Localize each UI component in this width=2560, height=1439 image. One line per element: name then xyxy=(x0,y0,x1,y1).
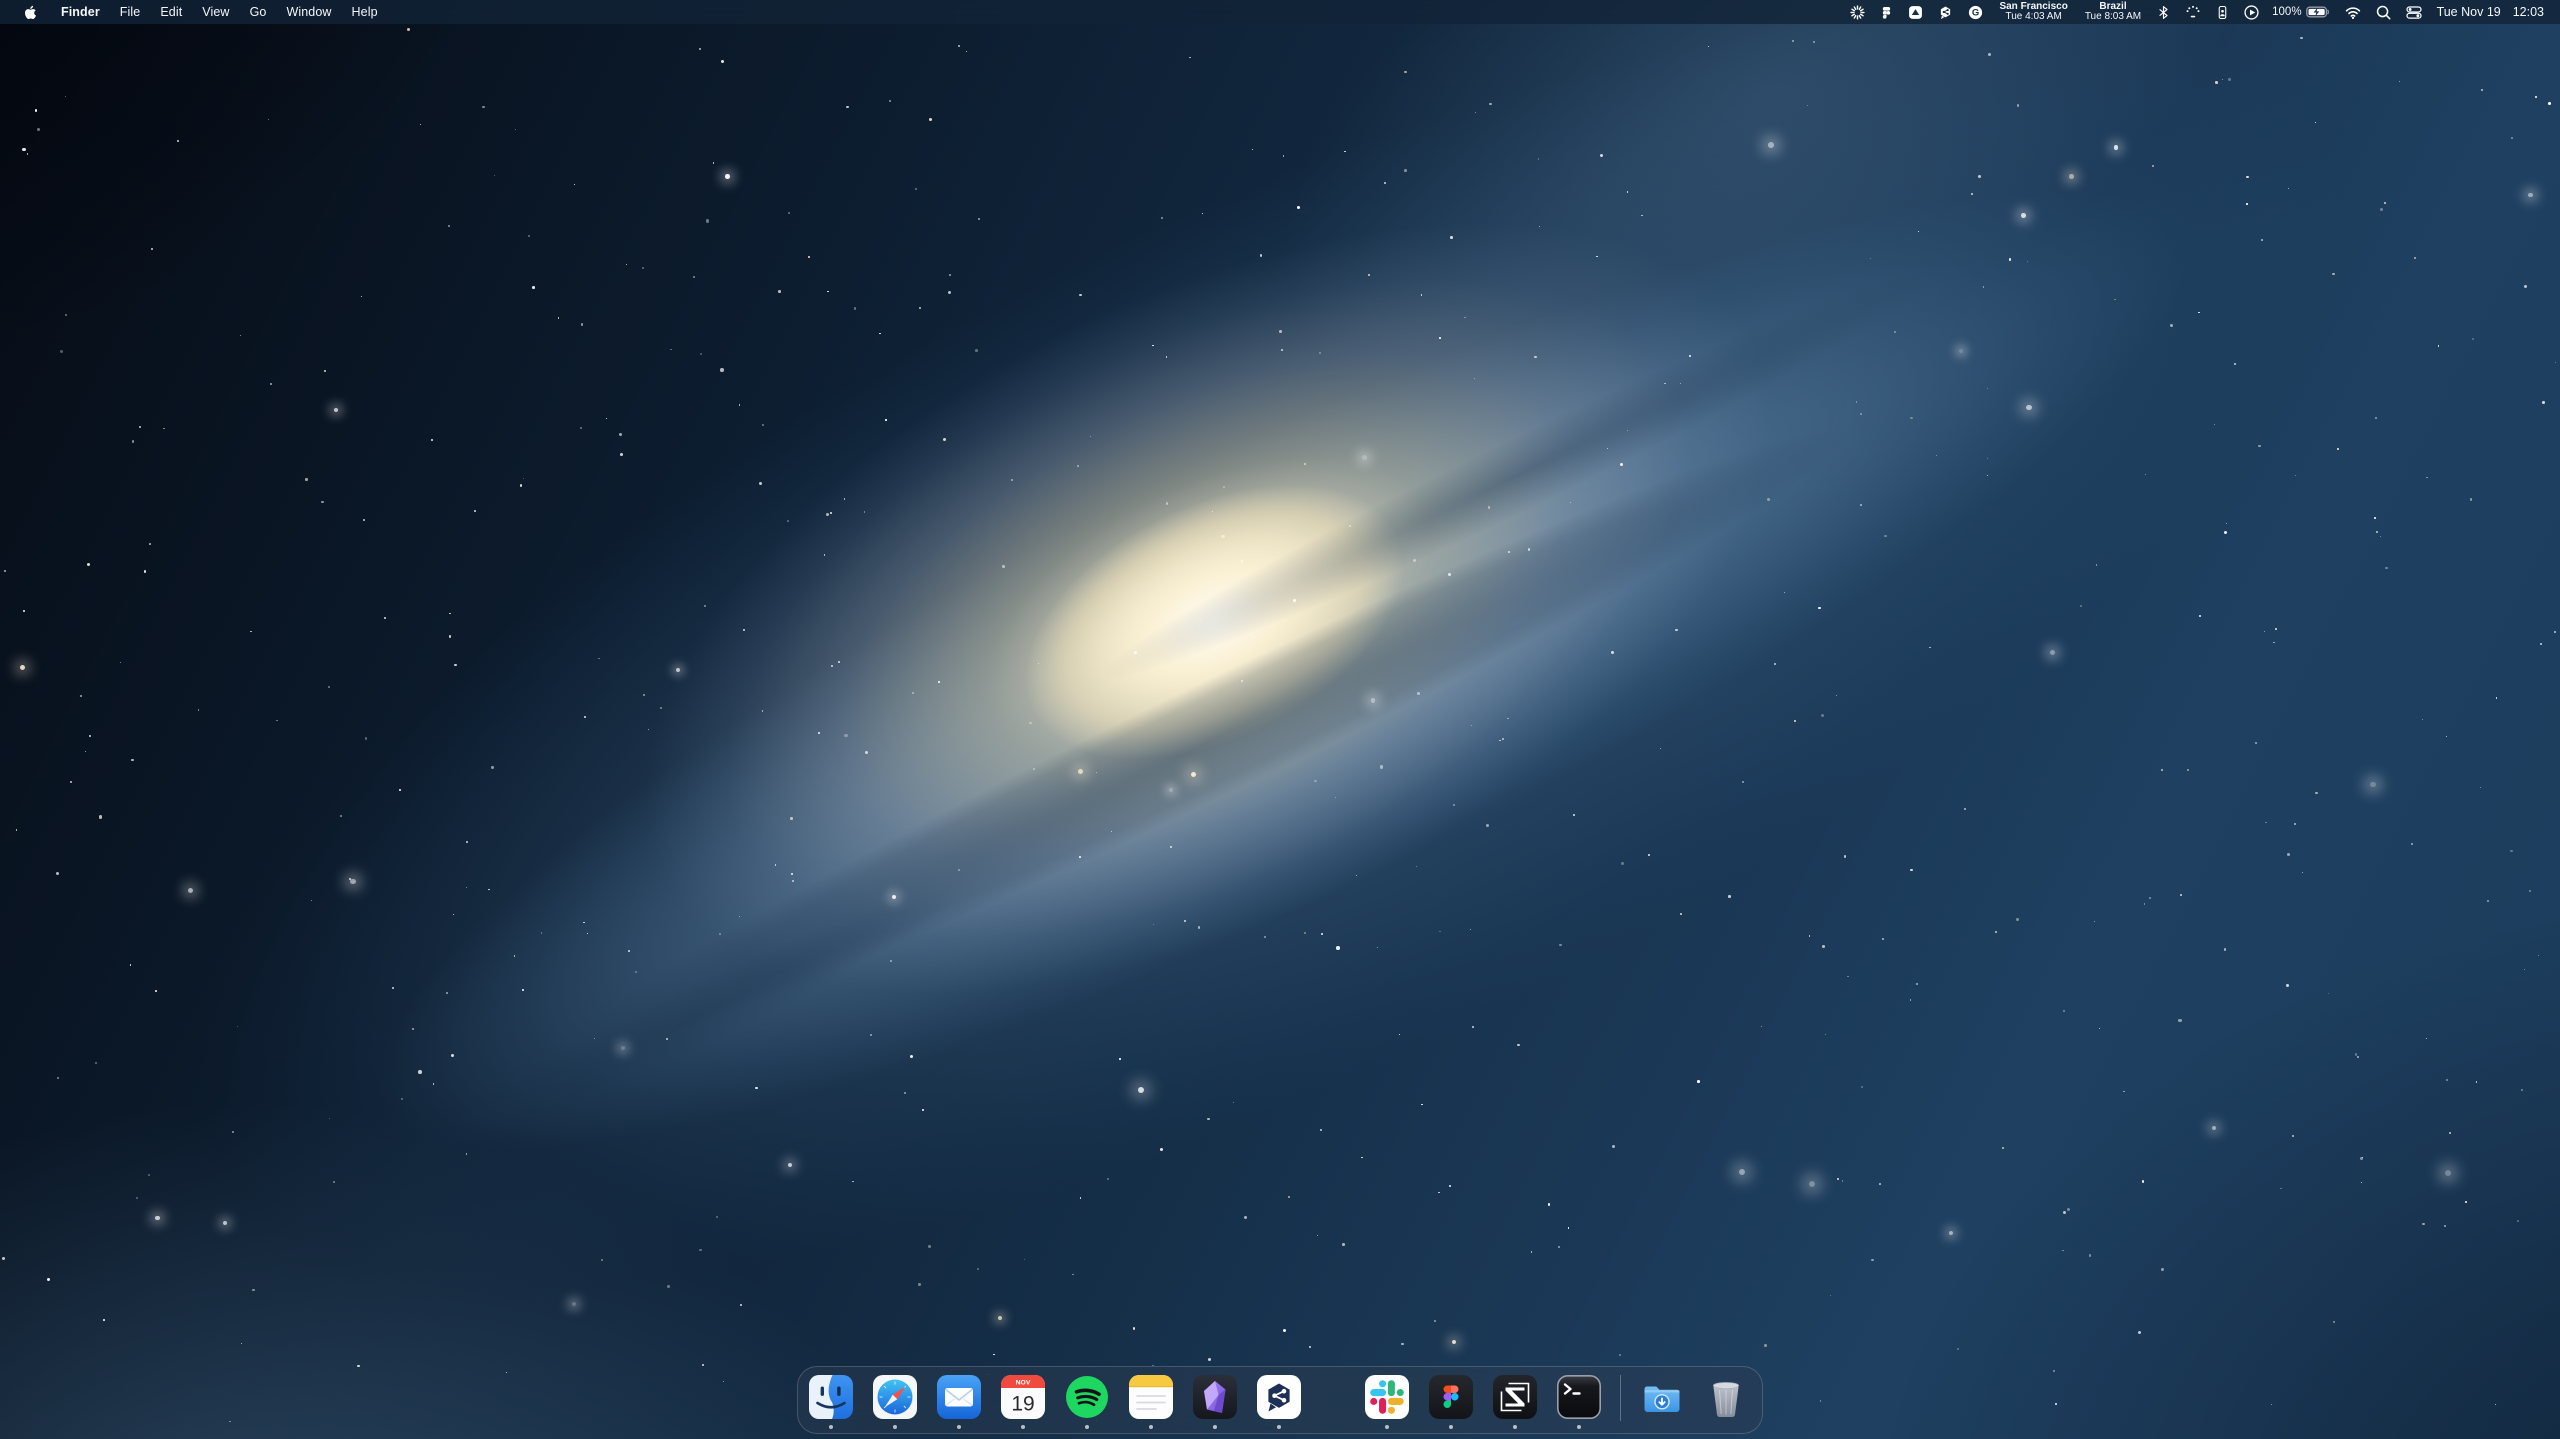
date-label: Tue Nov 19 xyxy=(2437,5,2501,19)
running-indicator xyxy=(957,1425,961,1429)
dock-zed[interactable] xyxy=(1492,1374,1538,1420)
now-playing-icon[interactable] xyxy=(2242,0,2261,24)
menu-finder[interactable]: Finder xyxy=(51,0,110,24)
desktop: Finder File Edit View Go Window Help xyxy=(0,0,2560,1439)
dotted-circle-icon[interactable] xyxy=(2183,0,2203,24)
clock-time-label: Tue 8:03 AM xyxy=(2085,12,2141,23)
wallpaper-galaxy xyxy=(0,0,2560,1439)
bluetooth-icon[interactable] xyxy=(2155,0,2172,24)
dock-divider xyxy=(1620,1375,1621,1421)
dock-slack[interactable] xyxy=(1364,1374,1410,1420)
starfield xyxy=(0,0,2560,1439)
running-indicator xyxy=(1513,1425,1517,1429)
figma-icon xyxy=(1428,1374,1474,1420)
trash-icon xyxy=(1703,1374,1749,1420)
running-indicator xyxy=(1213,1425,1217,1429)
wifi-icon[interactable] xyxy=(2343,0,2363,24)
dock-safari[interactable] xyxy=(872,1374,918,1420)
hexagon-chat-menu-icon[interactable] xyxy=(1936,0,1955,24)
world-clock-brazil[interactable]: Brazil Tue 8:03 AM xyxy=(2082,2,2144,23)
dock-hexagon-chat[interactable] xyxy=(1256,1374,1302,1420)
zed-icon xyxy=(1492,1374,1538,1420)
menu-bar-left: Finder File Edit View Go Window Help xyxy=(0,0,388,24)
menu-bar-clock[interactable]: Tue Nov 19 12:03 xyxy=(2437,5,2544,19)
menu-bar: Finder File Edit View Go Window Help xyxy=(0,0,2560,24)
running-indicator xyxy=(1449,1425,1453,1429)
dock-finder[interactable] xyxy=(808,1374,854,1420)
dock-terminal[interactable] xyxy=(1556,1374,1602,1420)
menu-go[interactable]: Go xyxy=(240,0,277,24)
running-indicator xyxy=(829,1425,833,1429)
control-center-icon[interactable] xyxy=(2404,0,2424,24)
notes-icon xyxy=(1128,1374,1174,1420)
spotlight-search-icon[interactable] xyxy=(2374,0,2393,24)
menu-view[interactable]: View xyxy=(192,0,239,24)
dock-obsidian[interactable] xyxy=(1192,1374,1238,1420)
apple-logo-icon[interactable] xyxy=(18,5,43,20)
time-label: 12:03 xyxy=(2513,5,2544,19)
dock-downloads-folder[interactable] xyxy=(1639,1374,1685,1420)
flower-menu-icon[interactable] xyxy=(1848,0,1867,24)
dock-figma[interactable] xyxy=(1428,1374,1474,1420)
running-indicator xyxy=(1385,1425,1389,1429)
clock-time-label: Tue 4:03 AM xyxy=(2005,12,2061,23)
downloads-folder-icon xyxy=(1639,1374,1685,1420)
dock-notes[interactable] xyxy=(1128,1374,1174,1420)
finder-icon xyxy=(808,1374,854,1420)
menu-edit[interactable]: Edit xyxy=(150,0,192,24)
figma-menu-icon[interactable] xyxy=(1878,0,1895,24)
slack-icon xyxy=(1364,1374,1410,1420)
battery-status[interactable]: 100% xyxy=(2272,3,2331,21)
triangle-square-menu-icon[interactable] xyxy=(1906,0,1925,24)
world-clock-san-francisco[interactable]: San Francisco Tue 4:03 AM xyxy=(1996,2,2070,23)
safari-icon xyxy=(872,1374,918,1420)
g-circle-menu-icon[interactable]: G xyxy=(1966,0,1985,24)
running-indicator xyxy=(1085,1425,1089,1429)
obsidian-icon xyxy=(1192,1374,1238,1420)
iphone-mirroring-icon[interactable] xyxy=(2214,0,2231,24)
calendar-icon: NOV 19 xyxy=(1000,1374,1046,1420)
dock-calendar[interactable]: NOV 19 xyxy=(1000,1374,1046,1420)
hexagon-chat-icon xyxy=(1256,1374,1302,1420)
dock-mail[interactable] xyxy=(936,1374,982,1420)
running-indicator xyxy=(1577,1425,1581,1429)
menu-window[interactable]: Window xyxy=(276,0,341,24)
running-indicator xyxy=(893,1425,897,1429)
svg-text:G: G xyxy=(1972,7,1979,18)
battery-charging-icon xyxy=(2306,3,2332,21)
terminal-icon xyxy=(1556,1374,1602,1420)
svg-text:19: 19 xyxy=(1011,1393,1034,1416)
running-indicator xyxy=(1021,1425,1025,1429)
dock-trash[interactable] xyxy=(1703,1374,1749,1420)
dock-spacer xyxy=(1320,1377,1346,1423)
svg-text:NOV: NOV xyxy=(1016,1380,1031,1387)
menu-help[interactable]: Help xyxy=(342,0,388,24)
dock-spotify[interactable] xyxy=(1064,1374,1110,1420)
menu-bar-right: G San Francisco Tue 4:03 AM Brazil Tue 8… xyxy=(1848,0,2560,24)
menu-file[interactable]: File xyxy=(110,0,151,24)
running-indicator xyxy=(1277,1425,1281,1429)
running-indicator xyxy=(1149,1425,1153,1429)
battery-percent-label: 100% xyxy=(2272,6,2301,18)
dock: NOV 19 xyxy=(797,1366,1763,1434)
mail-icon xyxy=(936,1374,982,1420)
spotify-icon xyxy=(1064,1374,1110,1420)
